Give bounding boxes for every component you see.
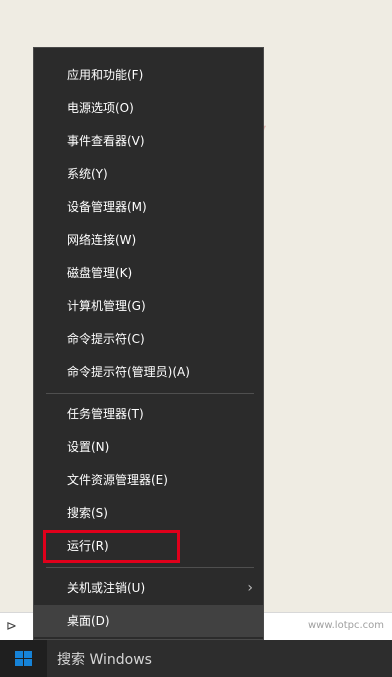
menu-item-task-manager[interactable]: 任务管理器(T) <box>34 398 263 430</box>
menu-item-disk-management[interactable]: 磁盘管理(K) <box>34 257 263 289</box>
menu-item-search[interactable]: 搜索(S) <box>34 497 263 529</box>
watermark-site: www.lotpc.com <box>308 620 384 631</box>
menu-item-label: 桌面(D) <box>67 614 110 628</box>
menu-item-desktop[interactable]: 桌面(D) <box>34 605 263 637</box>
menu-item-network-connections[interactable]: 网络连接(W) <box>34 224 263 256</box>
run-highlight-box <box>43 530 180 563</box>
menu-item-label: 搜索(S) <box>67 506 108 520</box>
menu-item-power-options[interactable]: 电源选项(O) <box>34 92 263 124</box>
menu-item-label: 命令提示符(管理员)(A) <box>67 365 190 379</box>
menu-item-file-explorer[interactable]: 文件资源管理器(E) <box>34 464 263 496</box>
menu-item-label: 设备管理器(M) <box>67 200 147 214</box>
menu-item-event-viewer[interactable]: 事件查看器(V) <box>34 125 263 157</box>
menu-item-label: 文件资源管理器(E) <box>67 473 168 487</box>
search-placeholder: 搜索 Windows <box>57 652 152 668</box>
menu-item-label: 网络连接(W) <box>67 233 137 247</box>
menu-item-device-manager[interactable]: 设备管理器(M) <box>34 191 263 223</box>
expand-panel-icon[interactable]: ⊳ <box>6 619 17 634</box>
menu-item-shutdown-signout[interactable]: 关机或注销(U) › <box>34 572 263 604</box>
menu-item-command-prompt[interactable]: 命令提示符(C) <box>34 323 263 355</box>
menu-item-label: 命令提示符(C) <box>67 332 145 346</box>
menu-item-system[interactable]: 系统(Y) <box>34 158 263 190</box>
menu-item-label: 磁盘管理(K) <box>67 266 133 280</box>
menu-separator <box>46 567 254 568</box>
taskbar-search-box[interactable]: 搜索 Windows <box>47 640 392 677</box>
menu-item-label: 任务管理器(T) <box>67 407 144 421</box>
menu-item-settings[interactable]: 设置(N) <box>34 431 263 463</box>
menu-item-label: 计算机管理(G) <box>67 299 146 313</box>
menu-item-label: 事件查看器(V) <box>67 134 145 148</box>
menu-item-label: 设置(N) <box>67 440 110 454</box>
chevron-right-icon: › <box>247 580 253 596</box>
menu-item-label: 关机或注销(U) <box>67 581 146 595</box>
menu-item-apps-features[interactable]: 应用和功能(F) <box>34 59 263 91</box>
menu-item-label: 电源选项(O) <box>67 101 134 115</box>
windows-logo-icon <box>15 651 32 667</box>
menu-item-command-prompt-admin[interactable]: 命令提示符(管理员)(A) <box>34 356 263 388</box>
start-button[interactable] <box>0 640 46 677</box>
menu-item-label: 系统(Y) <box>67 167 108 181</box>
menu-item-label: 应用和功能(F) <box>67 68 144 82</box>
menu-item-computer-management[interactable]: 计算机管理(G) <box>34 290 263 322</box>
taskbar: 搜索 Windows <box>0 640 392 677</box>
menu-separator <box>46 393 254 394</box>
